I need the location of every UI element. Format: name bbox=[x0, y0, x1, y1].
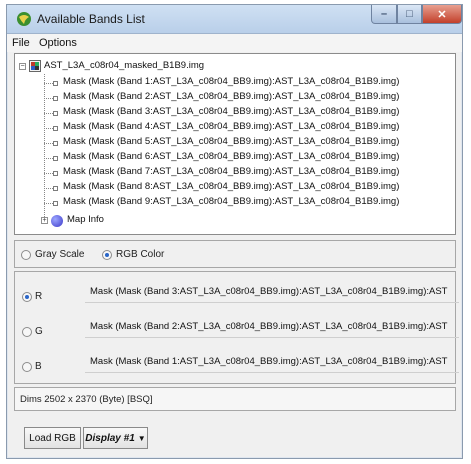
tree-item-band[interactable]: Mask (Mask (Band 1:AST_L3A_c08r04_BB9.im… bbox=[63, 76, 399, 90]
tree-item-band[interactable]: Mask (Mask (Band 6:AST_L3A_c08r04_BB9.im… bbox=[63, 151, 399, 165]
display-dropdown-button[interactable]: Display #1 ▼ bbox=[83, 427, 148, 449]
rgb-band-panel: R Mask (Mask (Band 3:AST_L3A_c08r04_BB9.… bbox=[14, 271, 459, 384]
menu-options[interactable]: Options bbox=[39, 37, 77, 49]
chevron-down-icon: ▼ bbox=[137, 433, 146, 443]
tree-connector bbox=[44, 83, 53, 84]
tree-connector bbox=[44, 158, 53, 159]
tree-connector bbox=[44, 74, 45, 217]
map-info-globe-icon bbox=[51, 215, 63, 227]
menu-bar: File Options bbox=[7, 34, 462, 52]
b-channel-radio[interactable] bbox=[22, 362, 32, 372]
band-icon bbox=[53, 81, 58, 86]
band-icon bbox=[53, 171, 58, 176]
rgb-color-radio[interactable] bbox=[102, 250, 112, 260]
b-band-value: Mask (Mask (Band 1:AST_L3A_c08r04_BB9.im… bbox=[90, 356, 448, 367]
r-channel-label: R bbox=[35, 291, 43, 302]
tree-connector bbox=[44, 128, 53, 129]
file-name-label: AST_L3A_c08r04_masked_B1B9.img bbox=[44, 60, 205, 71]
band-label: Mask (Mask (Band 1:AST_L3A_c08r04_BB9.im… bbox=[63, 76, 400, 87]
envi-globe-icon bbox=[17, 12, 31, 26]
available-bands-window: Available Bands List – □ ✕ File Options … bbox=[6, 4, 463, 459]
tree-connector bbox=[44, 98, 53, 99]
dims-panel: Dims 2502 x 2370 (Byte) [BSQ] bbox=[14, 387, 456, 411]
dims-text: Dims 2502 x 2370 (Byte) [BSQ] bbox=[20, 394, 153, 405]
maximize-button[interactable]: □ bbox=[397, 5, 422, 24]
load-rgb-label: Load RGB bbox=[29, 432, 76, 444]
display-label: Display #1 bbox=[85, 432, 135, 444]
r-channel-radio[interactable] bbox=[22, 292, 32, 302]
band-icon bbox=[53, 111, 58, 116]
r-band-value: Mask (Mask (Band 3:AST_L3A_c08r04_BB9.im… bbox=[90, 286, 448, 297]
rgb-color-label: RGB Color bbox=[116, 249, 165, 260]
band-label: Mask (Mask (Band 2:AST_L3A_c08r04_BB9.im… bbox=[63, 91, 400, 102]
tree-connector bbox=[44, 113, 53, 114]
minimize-button[interactable]: – bbox=[371, 5, 397, 24]
tree-item-band[interactable]: Mask (Mask (Band 5:AST_L3A_c08r04_BB9.im… bbox=[63, 136, 399, 150]
menu-file[interactable]: File bbox=[12, 37, 30, 49]
band-icon bbox=[53, 156, 58, 161]
band-label: Mask (Mask (Band 4:AST_L3A_c08r04_BB9.im… bbox=[63, 121, 400, 132]
band-tree[interactable]: − AST_L3A_c08r04_masked_B1B9.img Mask (M… bbox=[14, 53, 456, 235]
map-info-label: Map Info bbox=[67, 214, 104, 225]
g-band-field[interactable]: Mask (Mask (Band 2:AST_L3A_c08r04_BB9.im… bbox=[85, 317, 459, 338]
tree-connector bbox=[44, 188, 53, 189]
tree-connector bbox=[44, 203, 53, 204]
tree-item-file[interactable]: AST_L3A_c08r04_masked_B1B9.img bbox=[44, 60, 204, 74]
band-label: Mask (Mask (Band 5:AST_L3A_c08r04_BB9.im… bbox=[63, 136, 400, 147]
tree-item-band[interactable]: Mask (Mask (Band 8:AST_L3A_c08r04_BB9.im… bbox=[63, 181, 399, 195]
band-label: Mask (Mask (Band 3:AST_L3A_c08r04_BB9.im… bbox=[63, 106, 400, 117]
band-icon bbox=[53, 96, 58, 101]
g-channel-radio[interactable] bbox=[22, 327, 32, 337]
load-rgb-button[interactable]: Load RGB bbox=[24, 427, 81, 449]
g-channel-label: G bbox=[35, 326, 43, 337]
close-icon: ✕ bbox=[437, 8, 447, 21]
band-label: Mask (Mask (Band 6:AST_L3A_c08r04_BB9.im… bbox=[63, 151, 400, 162]
gray-scale-radio[interactable] bbox=[21, 250, 31, 260]
tree-connector bbox=[44, 143, 53, 144]
tree-item-band[interactable]: Mask (Mask (Band 4:AST_L3A_c08r04_BB9.im… bbox=[63, 121, 399, 135]
b-band-field[interactable]: Mask (Mask (Band 1:AST_L3A_c08r04_BB9.im… bbox=[85, 352, 459, 373]
minimize-icon: – bbox=[380, 8, 388, 20]
band-label: Mask (Mask (Band 8:AST_L3A_c08r04_BB9.im… bbox=[63, 181, 400, 192]
expand-toggle[interactable]: + bbox=[41, 217, 48, 224]
image-file-icon bbox=[29, 60, 41, 72]
collapse-toggle[interactable]: − bbox=[19, 63, 26, 70]
band-label: Mask (Mask (Band 9:AST_L3A_c08r04_BB9.im… bbox=[63, 196, 400, 207]
tree-item-map-info[interactable]: Map Info bbox=[67, 214, 104, 228]
b-channel-label: B bbox=[35, 361, 42, 372]
tree-connector bbox=[44, 173, 53, 174]
tree-item-band[interactable]: Mask (Mask (Band 7:AST_L3A_c08r04_BB9.im… bbox=[63, 166, 399, 180]
g-band-value: Mask (Mask (Band 2:AST_L3A_c08r04_BB9.im… bbox=[90, 321, 448, 332]
band-icon bbox=[53, 141, 58, 146]
title-bar[interactable]: Available Bands List – □ ✕ bbox=[7, 5, 462, 34]
maximize-icon: □ bbox=[406, 8, 413, 20]
band-label: Mask (Mask (Band 7:AST_L3A_c08r04_BB9.im… bbox=[63, 166, 400, 177]
band-icon bbox=[53, 201, 58, 206]
tree-item-band[interactable]: Mask (Mask (Band 9:AST_L3A_c08r04_BB9.im… bbox=[63, 196, 399, 210]
r-band-field[interactable]: Mask (Mask (Band 3:AST_L3A_c08r04_BB9.im… bbox=[85, 282, 459, 303]
window-title: Available Bands List bbox=[37, 12, 145, 26]
tree-item-band[interactable]: Mask (Mask (Band 2:AST_L3A_c08r04_BB9.im… bbox=[63, 91, 399, 105]
gray-scale-label: Gray Scale bbox=[35, 249, 85, 260]
band-icon bbox=[53, 126, 58, 131]
tree-item-band[interactable]: Mask (Mask (Band 3:AST_L3A_c08r04_BB9.im… bbox=[63, 106, 399, 120]
close-button[interactable]: ✕ bbox=[422, 5, 462, 24]
display-mode-panel: Gray Scale RGB Color bbox=[14, 240, 456, 268]
band-icon bbox=[53, 186, 58, 191]
